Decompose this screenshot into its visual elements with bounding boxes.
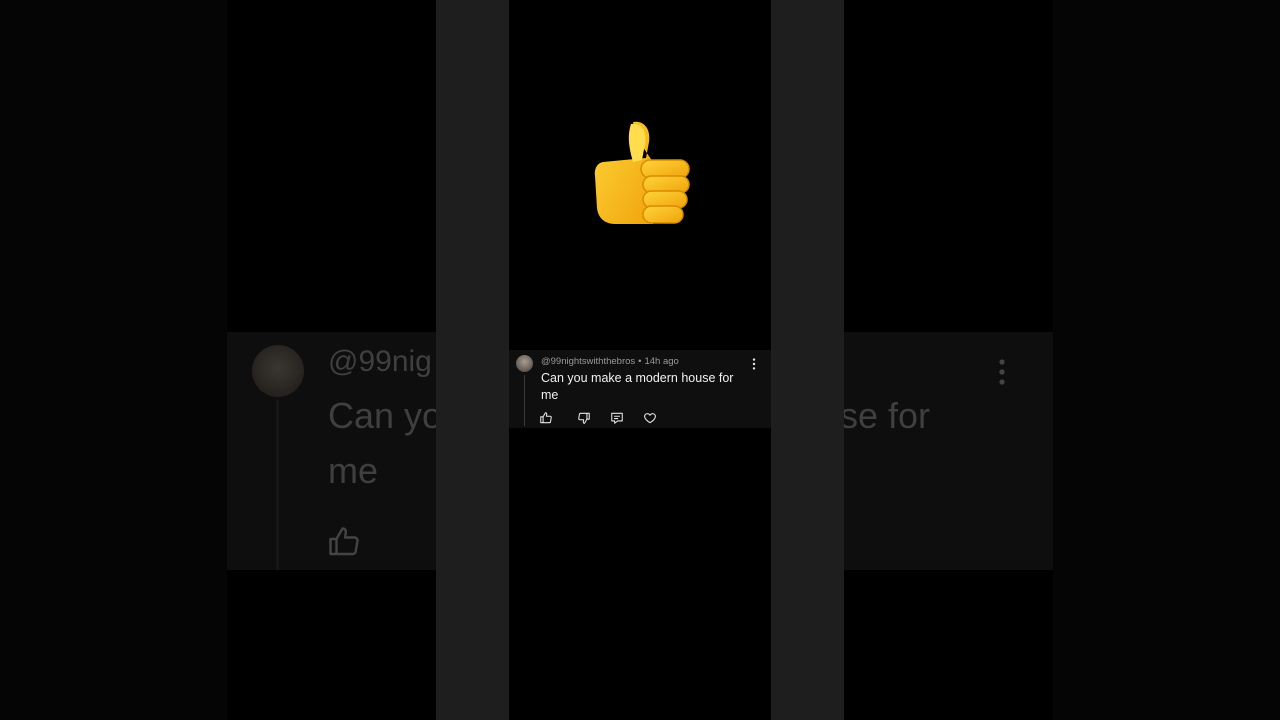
reply-icon[interactable] (610, 411, 624, 425)
comment-username[interactable]: @99nightswiththebros (541, 356, 635, 367)
meta-separator: • (638, 356, 642, 367)
thumbs-up-emoji-icon (594, 121, 690, 224)
comment-meta: @99nightswiththebros • 14h ago (541, 356, 679, 367)
comment-card: @99nightswiththebros • 14h ago Can you mak… (509, 350, 771, 428)
video-frame: @99nightswiththebros • 14h ago Can you mak… (509, 0, 771, 720)
background-thread-line (276, 400, 279, 570)
background-avatar (252, 345, 304, 397)
heart-icon[interactable] (643, 411, 657, 425)
comment-text: Can you make a modern house for me (541, 371, 734, 402)
thumbs-up-icon[interactable] (539, 411, 553, 425)
more-vertical-icon[interactable] (750, 358, 758, 370)
background-more-vertical-icon (999, 359, 1005, 385)
right-pillar-bar (771, 0, 844, 720)
thumbs-down-icon[interactable] (577, 411, 591, 425)
background-username: @99nig (328, 345, 432, 378)
background-comment-tail: se for (840, 395, 931, 436)
comment-timestamp: 14h ago (644, 356, 679, 367)
background-comment-line-2: me (328, 450, 379, 491)
background-thumbs-up-icon (329, 527, 359, 556)
comment-thread-line (524, 375, 525, 426)
left-pillar-bar (436, 0, 509, 720)
avatar[interactable] (516, 355, 533, 372)
background-comment-line: Can yo (328, 395, 443, 436)
